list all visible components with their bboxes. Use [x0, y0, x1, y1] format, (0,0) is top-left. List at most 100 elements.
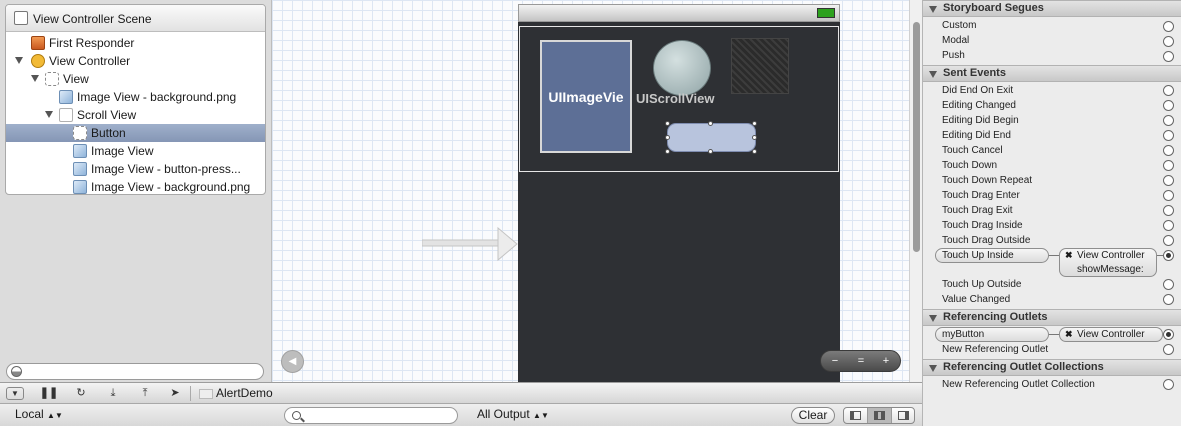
event-connection-circle[interactable]: [1163, 100, 1174, 111]
event-label: Touch Up Inside: [942, 250, 1014, 261]
event-connection-circle[interactable]: [1163, 190, 1174, 201]
event-connection-circle[interactable]: [1163, 235, 1174, 246]
event-connection-circle[interactable]: [1163, 160, 1174, 171]
step-out-icon[interactable]: ⤒: [134, 386, 156, 401]
step-over-icon[interactable]: ↻: [70, 386, 92, 401]
clear-console-button[interactable]: Clear: [791, 407, 835, 424]
canvas-vertical-scrollbar[interactable]: [909, 0, 922, 382]
back-icon[interactable]: ◀: [281, 350, 304, 373]
pause-icon[interactable]: ❚❚: [38, 386, 60, 401]
section-referencing-outlet-collections[interactable]: Referencing Outlet Collections: [923, 359, 1181, 376]
event-label: Editing Did Begin: [942, 115, 1019, 126]
tree-item-label: Image View - background.png: [91, 180, 251, 194]
tree-item-label: View Controller: [49, 54, 131, 68]
tree-item-image-view-background-2[interactable]: Image View - background.png: [6, 178, 265, 194]
zoom-reset-icon[interactable]: =: [851, 354, 871, 368]
segue-connection-circle[interactable]: [1163, 36, 1174, 47]
storyboard-canvas[interactable]: UIImageVie UIScrollView ◀ − = +: [271, 0, 909, 382]
left-pane-icon: [850, 411, 861, 420]
outline-filter-field[interactable]: [6, 363, 264, 380]
dark-image-view[interactable]: [731, 38, 789, 94]
round-image-view[interactable]: [653, 40, 711, 96]
view-controller-scene[interactable]: UIImageVie UIScrollView: [518, 4, 840, 382]
layout-console-only[interactable]: [892, 408, 914, 423]
button-icon: [73, 126, 87, 140]
new-outlet-connection-circle[interactable]: [1163, 344, 1174, 355]
output-filter-select[interactable]: All Output ▲▼: [477, 407, 549, 421]
disclosure-triangle-icon[interactable]: [45, 111, 53, 118]
outlet-label: myButton: [942, 329, 985, 340]
layout-both[interactable]: [868, 408, 892, 423]
event-label: Touch Drag Enter: [942, 190, 1020, 201]
selected-button[interactable]: [667, 123, 756, 152]
resize-handle[interactable]: [665, 135, 670, 140]
tree-item-label: View: [63, 72, 89, 86]
resize-handle[interactable]: [752, 121, 757, 126]
resize-handle[interactable]: [752, 135, 757, 140]
event-connection-circle[interactable]: [1163, 175, 1174, 186]
connection-line: [1049, 255, 1059, 256]
outlet-connection-circle-connected[interactable]: [1163, 329, 1174, 340]
remove-connection-icon[interactable]: ✖: [1065, 329, 1073, 340]
location-icon[interactable]: ➤: [164, 386, 186, 401]
resize-handle[interactable]: [665, 121, 670, 126]
tree-item-image-view-button-press[interactable]: Image View - button-press...: [6, 160, 265, 178]
resize-handle[interactable]: [708, 149, 713, 154]
tree-item-scroll-view[interactable]: Scroll View: [6, 106, 265, 124]
event-connection-circle[interactable]: [1163, 130, 1174, 141]
disclosure-triangle-icon[interactable]: [929, 71, 937, 78]
touch-up-inside-event[interactable]: Touch Up Inside: [935, 248, 1049, 263]
step-into-icon[interactable]: ⤓: [102, 386, 124, 401]
outlet-mybutton[interactable]: myButton: [935, 327, 1049, 342]
event-connection-circle[interactable]: [1163, 279, 1174, 290]
variables-scope-select[interactable]: Local ▲▼: [15, 407, 63, 421]
event-connection-circle-connected[interactable]: [1163, 250, 1174, 261]
disclosure-triangle-icon[interactable]: [15, 57, 23, 64]
section-referencing-outlets[interactable]: Referencing Outlets: [923, 309, 1181, 326]
section-storyboard-segues[interactable]: Storyboard Segues: [923, 0, 1181, 17]
debug-target-label[interactable]: AlertDemo: [216, 386, 273, 400]
tree-item-button[interactable]: Button: [6, 124, 265, 142]
event-connection-circle[interactable]: [1163, 145, 1174, 156]
event-connection-circle[interactable]: [1163, 220, 1174, 231]
disclosure-triangle-icon[interactable]: [929, 365, 937, 372]
scene-header[interactable]: View Controller Scene: [6, 5, 265, 32]
resize-handle[interactable]: [665, 149, 670, 154]
scroll-view[interactable]: UIImageVie UIScrollView: [519, 26, 839, 172]
hide-debug-area-icon[interactable]: ▼: [6, 387, 24, 400]
resize-handle[interactable]: [752, 149, 757, 154]
tree-item-view[interactable]: View: [6, 70, 265, 88]
event-connection-circle[interactable]: [1163, 294, 1174, 305]
section-title: Referencing Outlet Collections: [943, 361, 1104, 373]
battery-icon: [817, 8, 835, 18]
section-sent-events[interactable]: Sent Events: [923, 65, 1181, 82]
disclosure-triangle-icon[interactable]: [929, 315, 937, 322]
new-collection-connection-circle[interactable]: [1163, 379, 1174, 390]
tree-item-image-view[interactable]: Image View: [6, 142, 265, 160]
event-connection-circle[interactable]: [1163, 205, 1174, 216]
resize-handle[interactable]: [708, 121, 713, 126]
event-connection-circle[interactable]: [1163, 85, 1174, 96]
disclosure-triangle-icon[interactable]: [31, 75, 39, 82]
zoom-in-icon[interactable]: +: [876, 354, 896, 368]
image-view-placeholder[interactable]: UIImageVie: [540, 40, 632, 153]
section-title: Storyboard Segues: [943, 2, 1044, 14]
image-view-icon: [73, 162, 87, 176]
segue-label: Modal: [942, 35, 970, 46]
outlet-connection[interactable]: ✖ View Controller: [1059, 327, 1163, 342]
touch-up-inside-connection[interactable]: ✖ View Controller showMessage:: [1059, 248, 1157, 277]
tree-item-view-controller[interactable]: View Controller: [6, 52, 265, 70]
segue-connection-circle[interactable]: [1163, 21, 1174, 32]
console-search-input[interactable]: [284, 407, 458, 424]
zoom-out-icon[interactable]: −: [825, 354, 845, 368]
event-connection-circle[interactable]: [1163, 115, 1174, 126]
remove-connection-icon[interactable]: ✖: [1065, 250, 1073, 261]
tree-item-image-view-background[interactable]: Image View - background.png: [6, 88, 265, 106]
tree-item-first-responder[interactable]: First Responder: [6, 34, 265, 52]
layout-variables-only[interactable]: [844, 408, 868, 423]
segue-connection-circle[interactable]: [1163, 51, 1174, 62]
disclosure-triangle-icon[interactable]: [929, 6, 937, 13]
scrollbar-thumb[interactable]: [913, 22, 920, 252]
connection-action: showMessage:: [1077, 264, 1144, 275]
initial-scene-arrow-icon: [422, 226, 518, 262]
